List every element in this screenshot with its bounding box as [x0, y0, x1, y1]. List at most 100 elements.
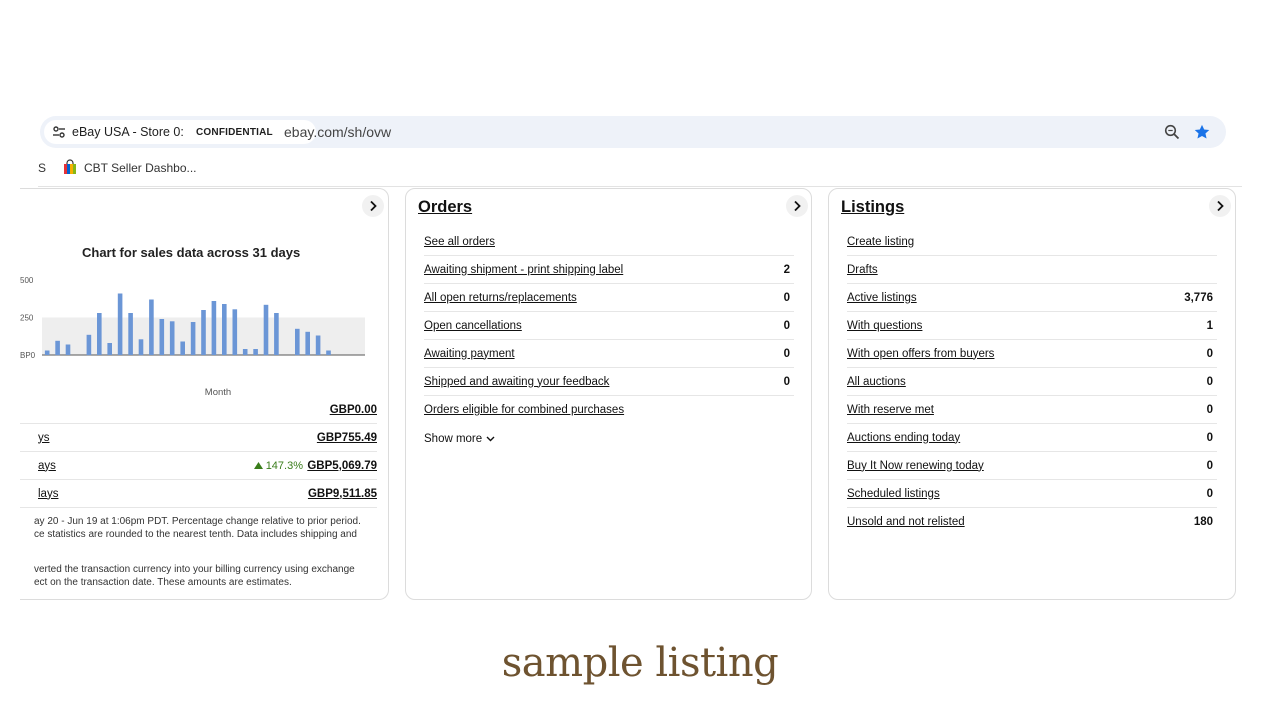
list-item-label[interactable]: All auctions	[847, 376, 906, 388]
list-item[interactable]: Scheduled listings 0	[847, 480, 1217, 508]
site-name: eBay USA - Store 0:	[72, 125, 184, 139]
chart-bar[interactable]	[159, 319, 165, 355]
list-item[interactable]: Auctions ending today 0	[847, 424, 1217, 452]
chart-bar[interactable]	[97, 313, 102, 355]
list-item[interactable]: With questions 1	[847, 312, 1217, 340]
chart-bar[interactable]	[138, 339, 144, 356]
sales-amount[interactable]: GBP9,511.85	[308, 488, 377, 500]
chart-bar[interactable]	[222, 304, 227, 355]
list-item[interactable]: With reserve met 0	[847, 396, 1217, 424]
site-info-chip[interactable]: eBay USA - Store 0: CONFIDENTIAL	[44, 120, 316, 144]
list-item[interactable]: Drafts	[847, 256, 1217, 284]
sales-period-label[interactable]: ys	[38, 432, 50, 444]
chart-bar[interactable]	[305, 331, 310, 356]
url-text[interactable]: ebay.com/sh/ovw	[284, 124, 391, 140]
sales-amount[interactable]: GBP755.49	[317, 432, 377, 444]
list-item-label[interactable]: Active listings	[847, 292, 917, 304]
chart-bar[interactable]	[65, 344, 71, 356]
sales-summary-row: GBP0.00	[20, 396, 377, 424]
sales-change-value: 147.3%	[265, 459, 303, 472]
list-item[interactable]: Awaiting payment 0	[424, 340, 794, 368]
zoom-icon[interactable]	[1164, 124, 1180, 140]
list-item[interactable]: All auctions 0	[847, 368, 1217, 396]
chart-bar[interactable]	[242, 349, 248, 355]
orders-expand-button[interactable]	[786, 195, 808, 217]
list-item-count: 0	[1206, 431, 1213, 444]
list-item[interactable]: Open cancellations 0	[424, 312, 794, 340]
chart-bar[interactable]	[149, 299, 154, 356]
list-item-label[interactable]: Orders eligible for combined purchases	[424, 404, 624, 416]
sales-note-line: ect on the transaction date. These amoun…	[34, 577, 292, 588]
list-item-label[interactable]: Awaiting payment	[424, 348, 515, 360]
orders-card: Orders See all orders Awaiting shipment -…	[405, 188, 812, 600]
chart-bar[interactable]	[274, 313, 279, 355]
chart-bar[interactable]	[44, 350, 50, 356]
list-item[interactable]: Active listings 3,776	[847, 284, 1217, 312]
shopping-bag-icon	[64, 159, 76, 174]
chart-bar[interactable]	[117, 293, 123, 356]
list-item-label[interactable]: With reserve met	[847, 404, 934, 416]
list-item-count: 0	[1206, 347, 1213, 360]
bookmarks-bar: S CBT Seller Dashbo...	[0, 156, 1280, 180]
chart-bar[interactable]	[253, 349, 258, 355]
list-item-label[interactable]: Create listing	[847, 236, 914, 248]
list-item-count: 2	[783, 263, 790, 276]
list-item[interactable]: Shipped and awaiting your feedback 0	[424, 368, 794, 396]
site-badge: CONFIDENTIAL	[196, 127, 273, 138]
bookmark-item-partial[interactable]: S	[38, 161, 46, 175]
list-item-label[interactable]: Auctions ending today	[847, 432, 960, 444]
list-item[interactable]: Awaiting shipment - print shipping label…	[424, 256, 794, 284]
sales-period-label[interactable]: lays	[38, 488, 58, 500]
list-item-count: 0	[1206, 375, 1213, 388]
list-item[interactable]: Create listing	[847, 228, 1217, 256]
list-item-label[interactable]: All open returns/replacements	[424, 292, 577, 304]
orders-title[interactable]: Orders	[418, 198, 472, 217]
list-item-label[interactable]: Scheduled listings	[847, 488, 940, 500]
chart-bar[interactable]	[315, 335, 321, 356]
list-item-label[interactable]: Awaiting shipment - print shipping label	[424, 264, 623, 276]
list-item[interactable]: Unsold and not relisted 180	[847, 508, 1217, 536]
chevron-down-icon	[486, 436, 495, 442]
sales-amount[interactable]: GBP5,069.79	[307, 460, 377, 472]
sales-amount[interactable]: GBP0.00	[330, 404, 377, 416]
chart-bar[interactable]	[201, 310, 206, 355]
chart-y-tick-label: 250	[20, 314, 34, 323]
list-item-count: 3,776	[1184, 291, 1213, 304]
chart-bar[interactable]	[326, 350, 331, 356]
list-item-count: 0	[783, 291, 790, 304]
chart-bar[interactable]	[232, 309, 238, 355]
list-item[interactable]: Buy It Now renewing today 0	[847, 452, 1217, 480]
chart-bar[interactable]	[169, 321, 175, 356]
list-item-label[interactable]: Unsold and not relisted	[847, 516, 965, 528]
chart-bar[interactable]	[211, 301, 217, 355]
show-more-button[interactable]: Show more	[424, 433, 495, 445]
list-item[interactable]: All open returns/replacements 0	[424, 284, 794, 312]
chart-bar[interactable]	[295, 328, 300, 356]
bookmark-cbt-seller-dashboard[interactable]: CBT Seller Dashbo...	[84, 161, 197, 175]
list-item[interactable]: Orders eligible for combined purchases	[424, 396, 794, 424]
chart-bar[interactable]	[86, 334, 92, 356]
listings-title[interactable]: Listings	[841, 198, 904, 217]
listings-expand-button[interactable]	[1209, 195, 1231, 217]
chart-bar[interactable]	[180, 341, 185, 356]
sales-period-label[interactable]: ays	[38, 460, 56, 472]
list-item-label[interactable]: With questions	[847, 320, 922, 332]
list-item-label[interactable]: Buy It Now renewing today	[847, 460, 984, 472]
chart-bar[interactable]	[55, 340, 60, 356]
list-item-label[interactable]: Shipped and awaiting your feedback	[424, 376, 609, 388]
list-item-label[interactable]: Drafts	[847, 264, 878, 276]
chart-bar[interactable]	[263, 304, 269, 356]
list-item-label[interactable]: Open cancellations	[424, 320, 522, 332]
list-item[interactable]: With open offers from buyers 0	[847, 340, 1217, 368]
list-item[interactable]: See all orders	[424, 228, 794, 256]
chart-bar[interactable]	[190, 322, 196, 355]
caption-text: sample listing	[501, 640, 779, 686]
list-item-label[interactable]: See all orders	[424, 236, 495, 248]
bookmark-star-icon[interactable]	[1193, 123, 1211, 141]
sales-expand-button[interactable]	[362, 195, 384, 217]
list-item-label[interactable]: With open offers from buyers	[847, 348, 994, 360]
list-item-count: 0	[783, 375, 790, 388]
chart-bar[interactable]	[107, 343, 112, 355]
address-bar[interactable]: eBay USA - Store 0: CONFIDENTIAL ebay.co…	[40, 116, 1226, 148]
chart-bar[interactable]	[128, 313, 133, 355]
